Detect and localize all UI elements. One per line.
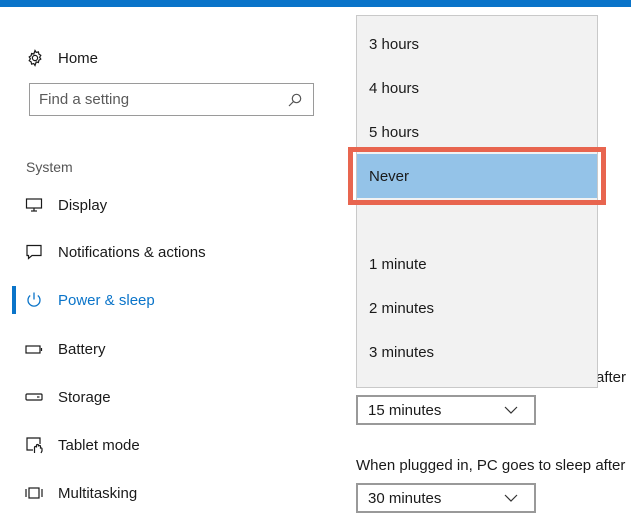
sidebar-item-label: Display (58, 196, 108, 214)
plugged-in-sleep-label: When plugged in, PC goes to sleep after (356, 457, 626, 474)
dropdown-value: 30 minutes (368, 489, 442, 507)
drive-icon (24, 387, 44, 407)
chevron-down-icon (504, 402, 520, 418)
sidebar-item-storage[interactable]: Storage (0, 379, 340, 415)
sidebar-item-label: Multitasking (58, 484, 138, 502)
sidebar-item-label: Power & sleep (58, 291, 155, 309)
dropdown-value: 15 minutes (368, 401, 442, 419)
sidebar-item-notifications[interactable]: Notifications & actions (0, 234, 340, 270)
chevron-down-icon (504, 490, 520, 506)
option-3-hours[interactable]: 3 hours (357, 22, 597, 66)
search-input[interactable] (30, 90, 284, 109)
message-icon (24, 242, 44, 262)
search-icon[interactable] (284, 89, 306, 111)
sidebar-item-multitasking[interactable]: Multitasking (0, 475, 340, 511)
sidebar-item-label: Battery (58, 340, 106, 358)
section-label-system: System (26, 159, 73, 175)
option-4-hours[interactable]: 4 hours (357, 66, 597, 110)
plugged-in-sleep-dropdown[interactable]: 30 minutes (356, 483, 536, 513)
sidebar-item-label: Storage (58, 388, 111, 406)
tablet-touch-icon (24, 435, 44, 455)
selection-highlight-box (348, 147, 606, 205)
active-indicator (12, 286, 16, 314)
option-3-minutes[interactable]: 3 minutes (357, 330, 597, 374)
home-label: Home (58, 49, 99, 67)
power-icon (24, 290, 44, 310)
option-1-minute[interactable]: 1 minute (357, 242, 597, 286)
sidebar-item-label: Notifications & actions (58, 243, 206, 261)
sidebar-item-power-sleep[interactable]: Power & sleep (0, 282, 340, 318)
battery-icon (24, 339, 44, 359)
option-2-minutes[interactable]: 2 minutes (357, 286, 597, 330)
multitasking-icon (24, 483, 44, 503)
battery-sleep-dropdown[interactable]: 15 minutes (356, 395, 536, 425)
partial-label-after: after (596, 369, 627, 386)
monitor-icon (24, 195, 44, 215)
settings-sidebar: Home System Display Notifications & acti… (0, 7, 340, 521)
window-top-border (0, 0, 631, 7)
sidebar-item-battery[interactable]: Battery (0, 331, 340, 367)
gear-icon (26, 49, 44, 67)
home-nav-item[interactable]: Home (26, 43, 98, 73)
sidebar-item-label: Tablet mode (58, 436, 140, 454)
sidebar-item-tablet-mode[interactable]: Tablet mode (0, 427, 340, 463)
search-box[interactable] (29, 83, 314, 116)
sidebar-item-display[interactable]: Display (0, 187, 340, 223)
